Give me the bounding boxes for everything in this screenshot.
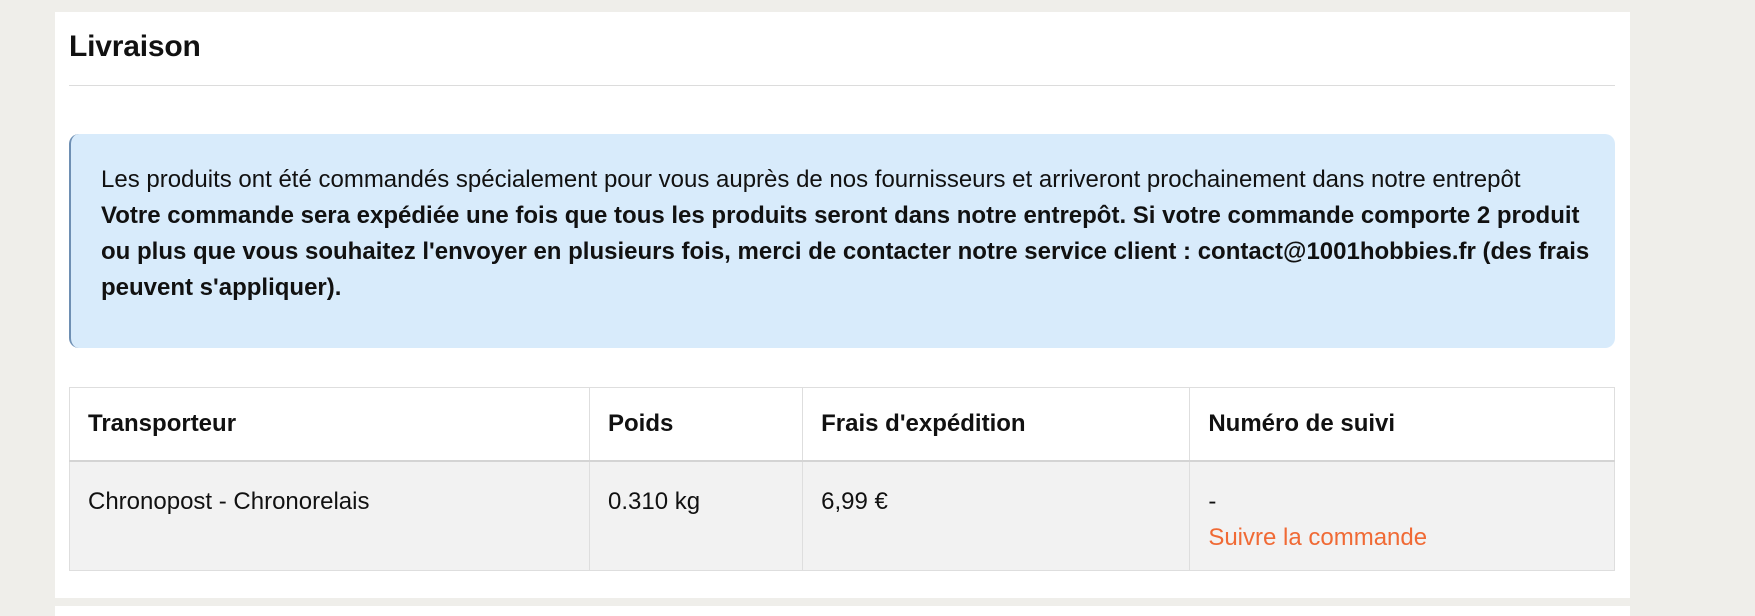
shipping-table: Transporteur Poids Frais d'expédition Nu… <box>69 387 1615 571</box>
table-row: Chronopost - Chronorelais 0.310 kg 6,99 … <box>69 460 1615 571</box>
cell-carrier: Chronopost - Chronorelais <box>69 460 590 571</box>
title-divider <box>69 85 1615 86</box>
header-fees: Frais d'expédition <box>802 387 1191 462</box>
shipping-card: Livraison Les produits ont été commandés… <box>55 12 1630 598</box>
cell-fees: 6,99 € <box>802 460 1191 571</box>
table-header-row: Transporteur Poids Frais d'expédition Nu… <box>69 387 1615 462</box>
header-weight: Poids <box>588 387 804 462</box>
notice-bold-text: Votre commande sera expédiée une fois qu… <box>101 202 1590 301</box>
cell-tracking: - Suivre la commande <box>1189 460 1615 571</box>
track-order-link[interactable]: Suivre la commande <box>1208 520 1596 556</box>
header-carrier: Transporteur <box>69 387 590 462</box>
notice-text: Les produits ont été commandés spécialem… <box>101 166 1521 193</box>
header-tracking: Numéro de suivi <box>1189 387 1615 462</box>
supplier-notice: Les produits ont été commandés spécialem… <box>69 134 1615 348</box>
section-title: Livraison <box>69 30 201 63</box>
tracking-number: - <box>1208 488 1217 515</box>
next-card-edge <box>55 606 1630 616</box>
cell-weight: 0.310 kg <box>588 460 804 571</box>
